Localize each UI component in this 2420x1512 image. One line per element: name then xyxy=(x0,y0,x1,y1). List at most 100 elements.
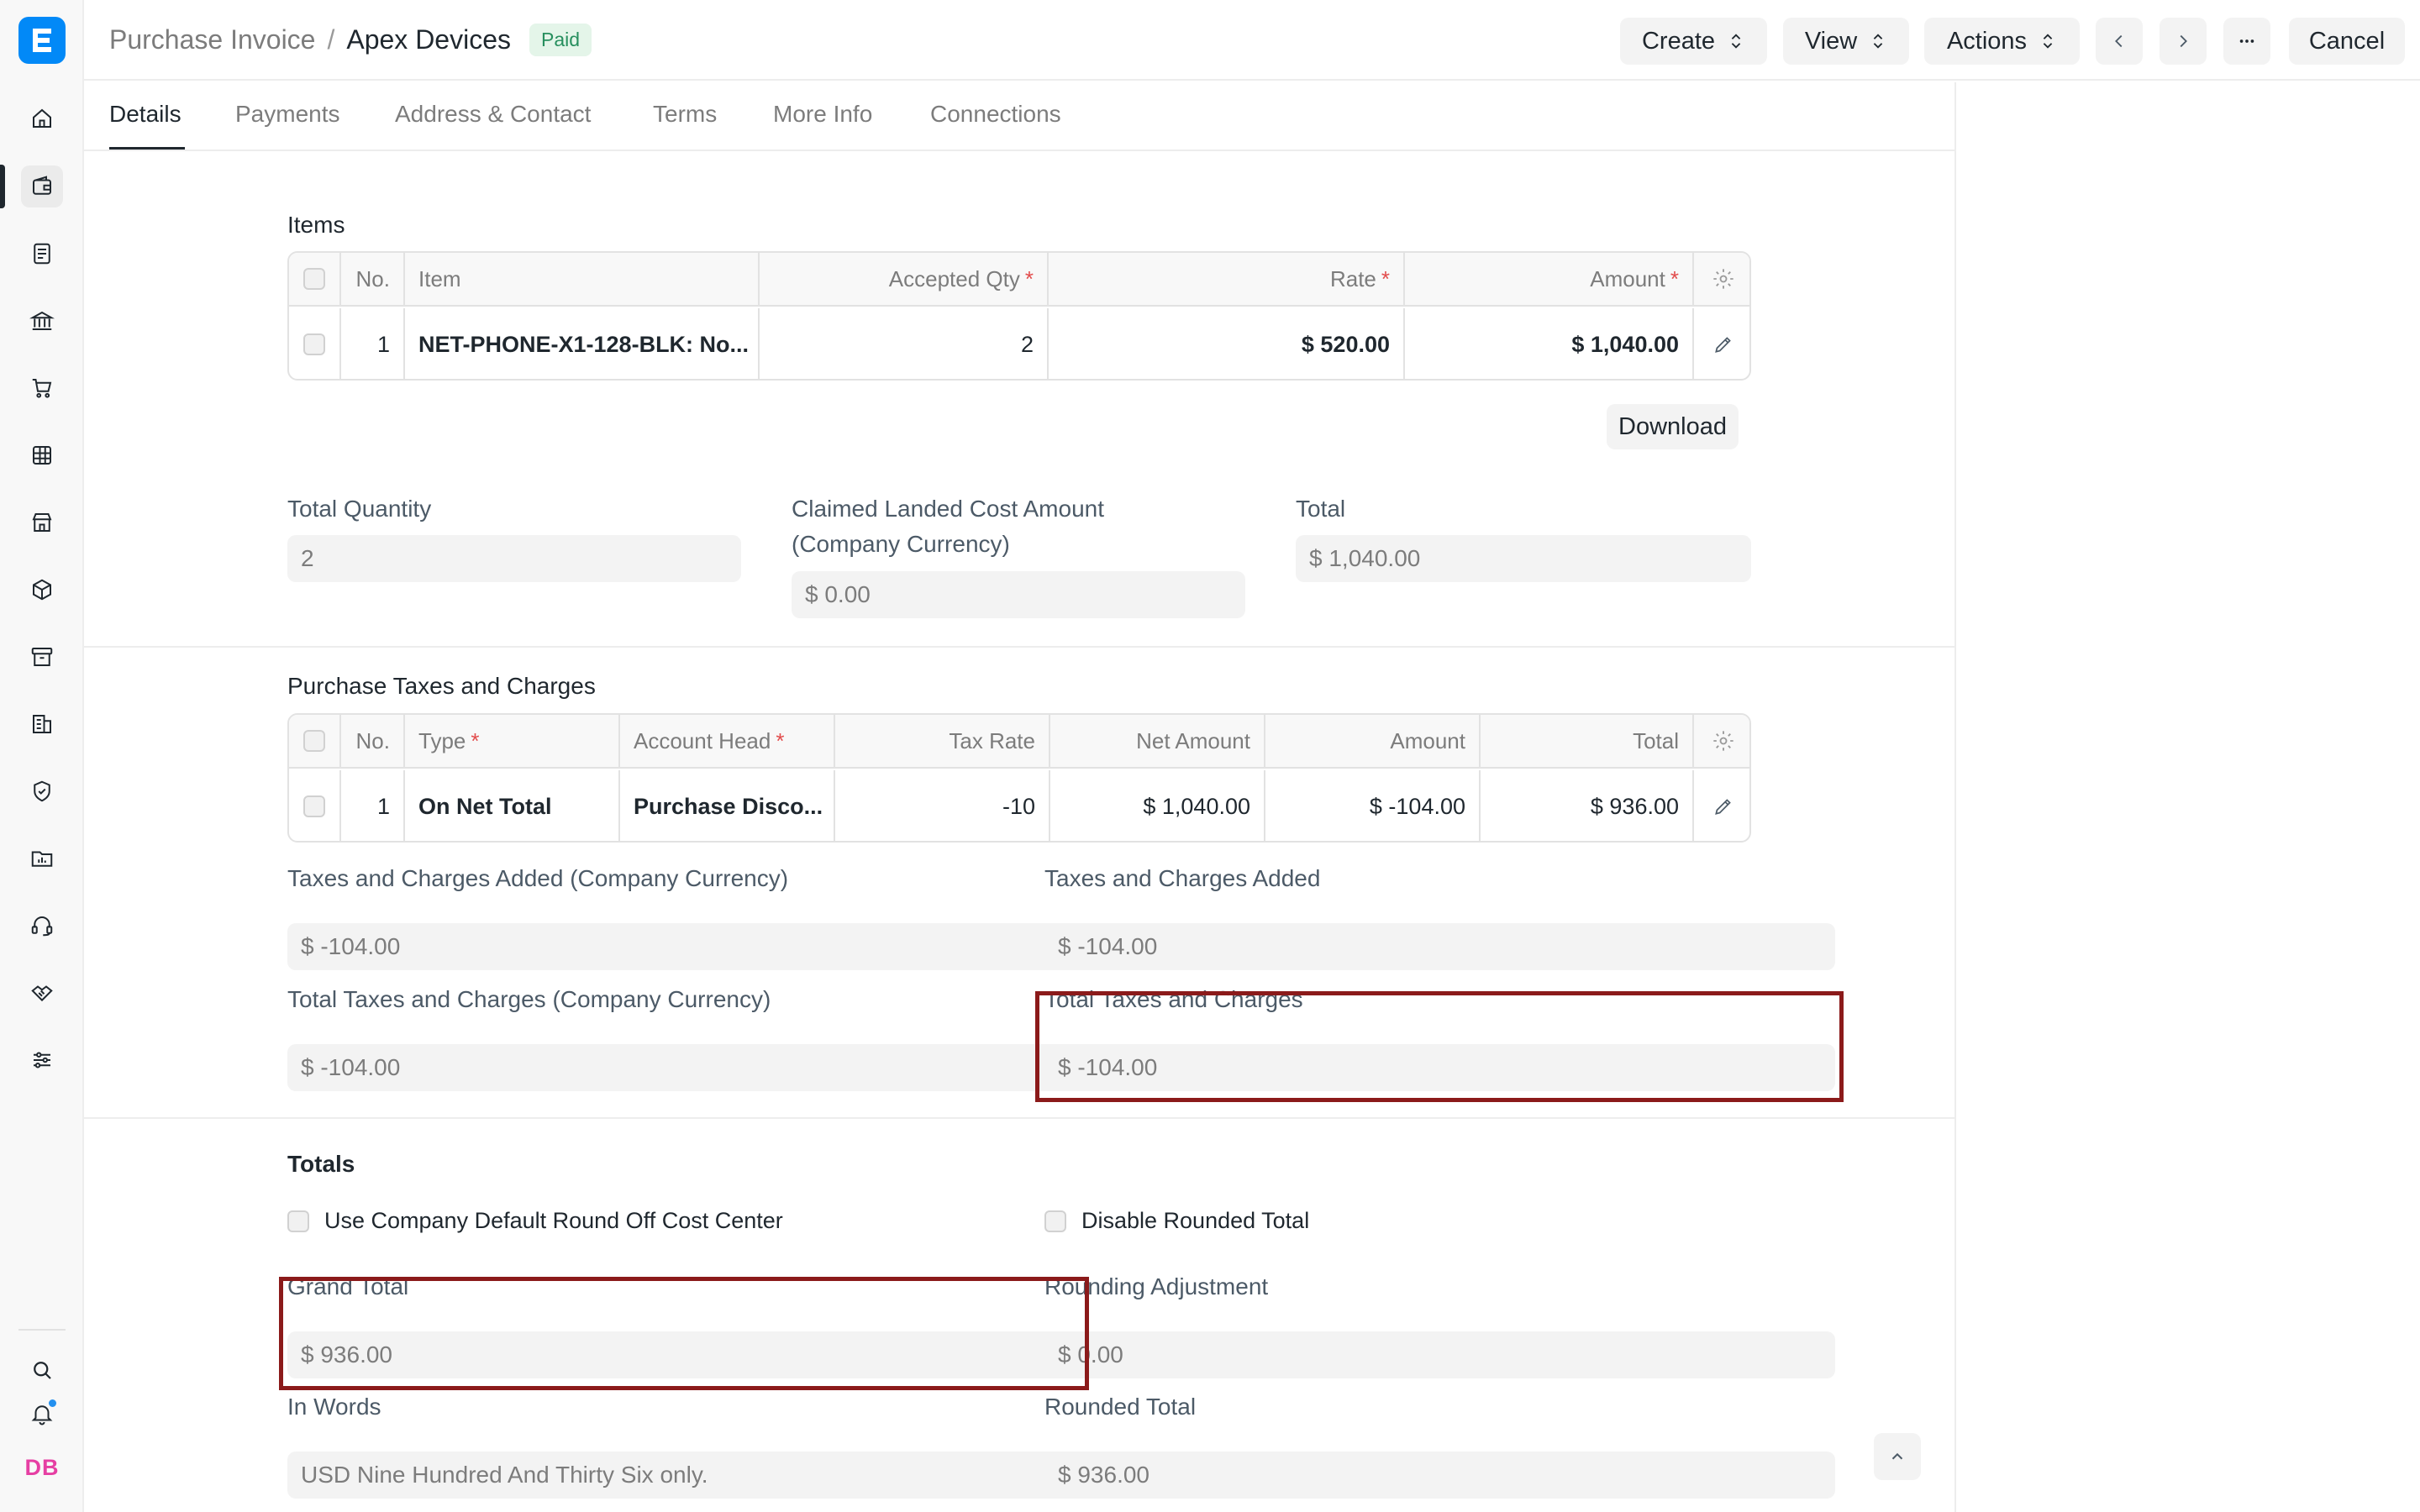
col-amount: Amount xyxy=(1265,715,1481,767)
row-net-amount[interactable]: $ 1,040.00 xyxy=(1050,770,1265,841)
row-amount[interactable]: $ -104.00 xyxy=(1265,770,1481,841)
create-button[interactable]: Create xyxy=(1620,18,1767,65)
total-quantity-label: Total Quantity xyxy=(287,496,432,522)
invoice-document-icon[interactable] xyxy=(21,233,63,275)
section-divider xyxy=(84,1117,1956,1119)
previous-record-button[interactable] xyxy=(2096,18,2143,65)
row-rate[interactable]: $ 520.00 xyxy=(1049,308,1405,379)
building-icon[interactable] xyxy=(21,703,63,745)
row-amount[interactable]: $ 1,040.00 xyxy=(1405,308,1694,379)
form-body: Items No. Item Accepted Qty * Rate * Amoun… xyxy=(84,151,1956,1512)
total-field: $ 1,040.00 xyxy=(1296,535,1751,582)
handshake-icon[interactable] xyxy=(21,972,63,1014)
select-all-checkbox[interactable] xyxy=(303,730,325,752)
package-box-icon[interactable] xyxy=(21,569,63,611)
in-words-label: In Words xyxy=(287,1394,381,1420)
highlight-box-total-taxes xyxy=(1035,991,1844,1102)
disable-rounded-total-option[interactable]: Disable Rounded Total xyxy=(1044,1208,1309,1234)
total-quantity-field: 2 xyxy=(287,535,741,582)
user-avatar[interactable]: DB xyxy=(21,1446,63,1488)
select-all-checkbox[interactable] xyxy=(303,268,325,290)
view-button-label: View xyxy=(1804,27,1858,55)
row-accepted-qty[interactable]: 2 xyxy=(760,308,1049,379)
chevron-left-icon xyxy=(2115,34,2123,48)
round-off-cost-center-option[interactable]: Use Company Default Round Off Cost Cente… xyxy=(287,1208,783,1234)
store-icon[interactable] xyxy=(21,501,63,543)
row-checkbox[interactable] xyxy=(303,333,325,355)
grid-settings-button[interactable] xyxy=(1694,253,1749,305)
archive-icon[interactable] xyxy=(21,636,63,678)
notification-bell-icon[interactable] xyxy=(21,1393,63,1435)
breadcrumb: Purchase Invoice / Apex Devices Paid xyxy=(109,24,592,56)
row-type[interactable]: On Net Total xyxy=(405,770,620,841)
taxes-table-header: No. Type * Account Head * Tax Rate Net Amo… xyxy=(289,715,1749,769)
actions-button[interactable]: Actions xyxy=(1924,18,2080,65)
row-checkbox[interactable] xyxy=(303,795,325,817)
col-rate: Rate * xyxy=(1049,253,1405,305)
items-table: No. Item Accepted Qty * Rate * Amount * 1 N… xyxy=(287,251,1751,381)
form-tabs: Details Payments Address & Contact Terms… xyxy=(84,82,1956,151)
taxes-section-label: Purchase Taxes and Charges xyxy=(287,673,596,699)
taxes-added-label: Taxes and Charges Added xyxy=(1044,865,1321,891)
col-tax-rate: Tax Rate xyxy=(835,715,1050,767)
disable-rounded-checkbox[interactable] xyxy=(1044,1210,1066,1232)
table-row[interactable]: 1 On Net Total Purchase Disco... -10 $ 1… xyxy=(289,770,1749,841)
row-tax-rate[interactable]: -10 xyxy=(835,770,1050,841)
settings-sliders-icon[interactable] xyxy=(21,1039,63,1081)
grid-settings-button[interactable] xyxy=(1694,715,1749,767)
taxes-added-field: $ -104.00 xyxy=(1044,923,1835,970)
tab-terms[interactable]: Terms xyxy=(653,101,717,128)
tab-details[interactable]: Details xyxy=(109,101,182,128)
tab-connections[interactable]: Connections xyxy=(930,101,1061,128)
shield-check-icon[interactable] xyxy=(21,770,63,812)
chevron-up-down-icon xyxy=(2043,34,2053,49)
breadcrumb-doctype[interactable]: Purchase Invoice xyxy=(109,24,315,55)
row-item-code[interactable]: NET-PHONE-X1-128-BLK: No... xyxy=(405,308,760,379)
tab-payments[interactable]: Payments xyxy=(235,101,340,128)
view-button[interactable]: View xyxy=(1783,18,1909,65)
total-taxes-company-field: $ -104.00 xyxy=(287,1044,1079,1091)
sidebar-divider xyxy=(18,1329,66,1331)
sidebar: DB xyxy=(0,0,84,1512)
notification-dot xyxy=(47,1398,58,1409)
totals-section-title: Totals xyxy=(287,1151,355,1177)
accounting-wallet-icon[interactable] xyxy=(21,165,63,207)
bank-icon[interactable] xyxy=(21,300,63,342)
landed-cost-label-line2: (Company Currency) xyxy=(792,531,1010,557)
landed-cost-label-line1: Claimed Landed Cost Amount xyxy=(792,496,1104,522)
more-options-button[interactable] xyxy=(2223,18,2270,65)
chevron-right-icon xyxy=(2180,34,2187,48)
taxes-added-company-field: $ -104.00 xyxy=(287,923,1079,970)
cancel-button[interactable]: Cancel xyxy=(2289,18,2405,65)
row-total[interactable]: $ 936.00 xyxy=(1481,770,1694,841)
round-off-checkbox[interactable] xyxy=(287,1210,309,1232)
rounded-total-field: $ 936.00 xyxy=(1044,1452,1835,1499)
edit-row-button[interactable] xyxy=(1694,770,1749,841)
search-icon[interactable] xyxy=(21,1349,63,1391)
gear-icon xyxy=(1713,269,1733,289)
page-title: Apex Devices xyxy=(346,24,511,55)
col-no: No. xyxy=(341,715,405,767)
landed-cost-field: $ 0.00 xyxy=(792,571,1245,618)
app-logo-icon[interactable] xyxy=(18,17,66,64)
next-record-button[interactable] xyxy=(2160,18,2207,65)
rounding-adjustment-field: $ 0.00 xyxy=(1044,1331,1835,1378)
col-accepted-qty-label: Accepted Qty xyxy=(888,265,1020,291)
table-row[interactable]: 1 NET-PHONE-X1-128-BLK: No... 2 $ 520.00… xyxy=(289,308,1749,379)
download-button[interactable]: Download xyxy=(1607,404,1739,449)
home-icon[interactable] xyxy=(21,97,63,139)
shopping-cart-icon[interactable] xyxy=(21,367,63,409)
table-grid-icon[interactable] xyxy=(21,434,63,476)
scroll-to-top-button[interactable] xyxy=(1874,1433,1921,1480)
col-type-label: Type xyxy=(418,727,466,753)
in-words-field: USD Nine Hundred And Thirty Six only. xyxy=(287,1452,1079,1499)
headset-support-icon[interactable] xyxy=(21,905,63,947)
pencil-edit-icon xyxy=(1715,337,1731,353)
edit-row-button[interactable] xyxy=(1694,308,1749,379)
tab-address-contact[interactable]: Address & Contact xyxy=(395,101,591,128)
row-no: 1 xyxy=(341,308,405,379)
tab-more-info[interactable]: More Info xyxy=(773,101,872,128)
row-account-head[interactable]: Purchase Disco... xyxy=(620,770,835,841)
folder-chart-icon[interactable] xyxy=(21,837,63,879)
active-indicator xyxy=(0,165,5,208)
